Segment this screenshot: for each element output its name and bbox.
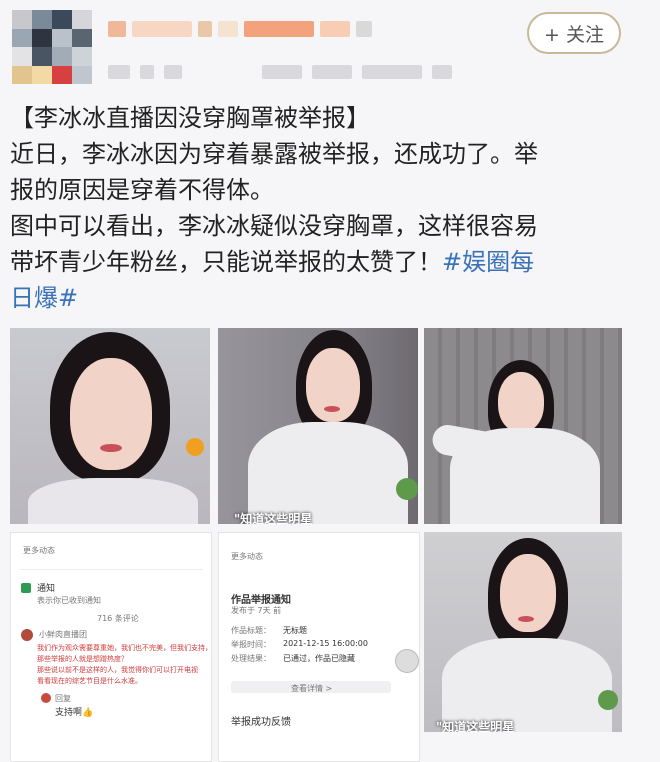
- post-line-text: 带坏青少年粉丝，只能说举报的太赞了！: [10, 248, 442, 276]
- comment-text: 那些举报的人就是想蹭热度？: [37, 655, 128, 663]
- row-label: 处理结果：: [231, 654, 271, 663]
- hashtag-link[interactable]: 日爆#: [10, 284, 78, 312]
- username-blur-block: [132, 21, 192, 37]
- avatar[interactable]: [12, 10, 92, 84]
- avatar-pixel: [32, 10, 52, 29]
- report-footer: 举报成功反馈: [231, 717, 291, 728]
- avatar-pixel: [72, 10, 92, 29]
- username-blur-block: [244, 21, 314, 37]
- username-blur-block: [198, 21, 212, 37]
- screenshot-comments[interactable]: 更多动态 通知 表示你已收到通知 716 条评论 小鲜肉直播团 我们作为观众需要…: [10, 532, 212, 762]
- username-blur-block: [108, 21, 126, 37]
- screenshot-header: 更多动态: [231, 552, 263, 561]
- comment-text: 那些说以前不是这样的人，我觉得你们可以打开电视: [37, 666, 198, 674]
- hashtag-link[interactable]: #娱圈每: [442, 248, 534, 276]
- post-line: 报的原因是穿着不得体。: [10, 176, 274, 204]
- photo-1[interactable]: [10, 328, 210, 524]
- username-blur-block: [356, 21, 372, 37]
- avatar-pixel: [12, 65, 32, 84]
- avatar-pixel: [52, 65, 72, 84]
- view-details-link[interactable]: 查看详情 >: [291, 683, 332, 694]
- username-blur-block: [218, 21, 238, 37]
- report-subtitle: 发布于 7天 前: [231, 606, 282, 615]
- avatar-pixel: [12, 47, 32, 66]
- profile-thumbnail: [395, 649, 419, 673]
- photo-watermark: "知道这些明星: [234, 512, 313, 524]
- avatar-pixel: [72, 47, 92, 66]
- post-line: 图中可以看出，李冰冰疑似没穿胸罩，这样很容易: [10, 212, 538, 240]
- reply-avatar: [41, 693, 51, 703]
- photo-3[interactable]: [424, 328, 622, 524]
- comment-count: 716 条评论: [97, 614, 139, 623]
- avatar-pixel: [72, 28, 92, 47]
- avatar-pixel: [72, 65, 92, 84]
- follow-button[interactable]: + 关注: [527, 12, 621, 54]
- photo-watermark: "知道这些明星: [436, 720, 515, 732]
- username-blurred[interactable]: [108, 12, 478, 46]
- avatar-pixel: [12, 10, 32, 29]
- post-line: 带坏青少年粉丝，只能说举报的太赞了！#娱圈每: [10, 244, 650, 280]
- avatar-pixel: [12, 28, 32, 47]
- commenter-name: 小鲜肉直播团: [39, 630, 87, 639]
- notice-subtitle: 表示你已收到通知: [37, 596, 101, 605]
- post-title: 【李冰冰直播因没穿胸罩被举报】: [10, 104, 370, 132]
- reply-label: 回复: [55, 694, 71, 703]
- row-label: 作品标题：: [231, 626, 271, 635]
- screenshot-header: 更多动态: [23, 546, 55, 555]
- avatar-pixel: [32, 65, 52, 84]
- row-value: 2021-12-15 16:00:00: [283, 639, 368, 648]
- avatar-pixel: [32, 28, 52, 47]
- post-meta-blurred: [108, 62, 488, 82]
- photo-4[interactable]: "知道这些明星: [424, 532, 622, 732]
- avatar-pixel: [52, 28, 72, 47]
- avatar-pixel: [32, 47, 52, 66]
- comment-text: 我们作为观众需要尊重她，我们也不完美，但我们支持，: [37, 644, 212, 652]
- post-line: 近日，李冰冰因为穿着暴露被举报，还成功了。举: [10, 140, 538, 168]
- reply-text: 支持啊👍: [55, 708, 94, 718]
- notice-title: 通知: [37, 584, 56, 594]
- avatar-pixel: [52, 47, 72, 66]
- notice-icon: [21, 583, 31, 593]
- row-label: 举报时间：: [231, 640, 271, 649]
- username-blur-block: [320, 21, 350, 37]
- row-value: 已通过，作品已隐藏: [283, 654, 355, 663]
- row-value: 无标题: [283, 626, 307, 635]
- comment-text: 看看现在的综艺节目是什么水准。: [37, 677, 142, 685]
- screenshot-report-notice[interactable]: 更多动态 作品举报通知 发布于 7天 前 作品标题： 无标题 举报时间： 202…: [218, 532, 420, 762]
- commenter-avatar: [21, 629, 33, 641]
- post-line: 日爆#: [10, 280, 650, 316]
- post-body: 【李冰冰直播因没穿胸罩被举报】 近日，李冰冰因为穿着暴露被举报，还成功了。举 报…: [10, 100, 650, 316]
- photo-2[interactable]: "知道这些明星: [218, 328, 418, 524]
- post-header: + 关注: [0, 0, 660, 95]
- report-title: 作品举报通知: [231, 595, 291, 606]
- avatar-pixel: [52, 10, 72, 29]
